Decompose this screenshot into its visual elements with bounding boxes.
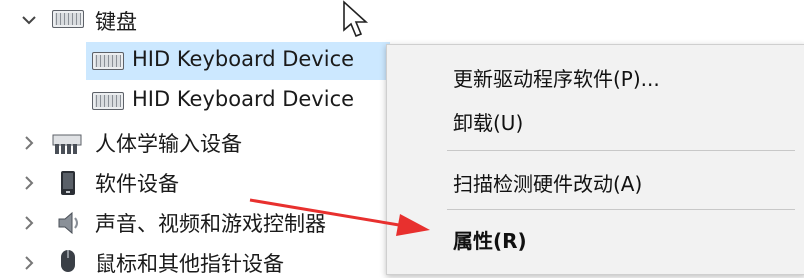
tree-item-label: HID Keyboard Device: [132, 47, 355, 71]
menu-item-properties[interactable]: 属性(R): [453, 225, 527, 254]
tree-item-label: 软件设备: [95, 172, 179, 196]
keyboard-icon: [92, 92, 124, 114]
tree-item-label: 鼠标和其他指针设备: [95, 252, 284, 276]
chevron-right-icon[interactable]: [18, 252, 40, 274]
speaker-icon: [56, 210, 88, 235]
chevron-down-icon[interactable]: [18, 9, 40, 31]
tree-item-label: HID Keyboard Device: [132, 87, 355, 111]
chevron-right-icon[interactable]: [18, 212, 40, 234]
menu-separator: [447, 150, 795, 151]
menu-item-update-driver[interactable]: 更新驱动程序软件(P)...: [453, 63, 660, 92]
menu-separator: [447, 209, 795, 210]
hid-icon: [52, 132, 84, 154]
tree-item-label: 声音、视频和游戏控制器: [95, 212, 326, 236]
context-menu: 更新驱动程序软件(P)... 卸载(U) 扫描检测硬件改动(A) 属性(R): [386, 44, 804, 275]
menu-item-scan-hardware[interactable]: 扫描检测硬件改动(A): [453, 168, 642, 197]
tree-item-label: 人体学输入设备: [95, 132, 242, 156]
menu-item-uninstall[interactable]: 卸载(U): [453, 107, 523, 136]
mouse-icon: [58, 248, 90, 272]
keyboard-icon: [92, 52, 124, 74]
tree-item-label: 键盘: [95, 10, 137, 34]
chevron-right-icon[interactable]: [18, 132, 40, 154]
mouse-cursor-icon: [340, 0, 370, 44]
chevron-right-icon[interactable]: [18, 172, 40, 194]
keyboard-icon: [52, 10, 84, 32]
software-device-icon: [56, 170, 88, 195]
